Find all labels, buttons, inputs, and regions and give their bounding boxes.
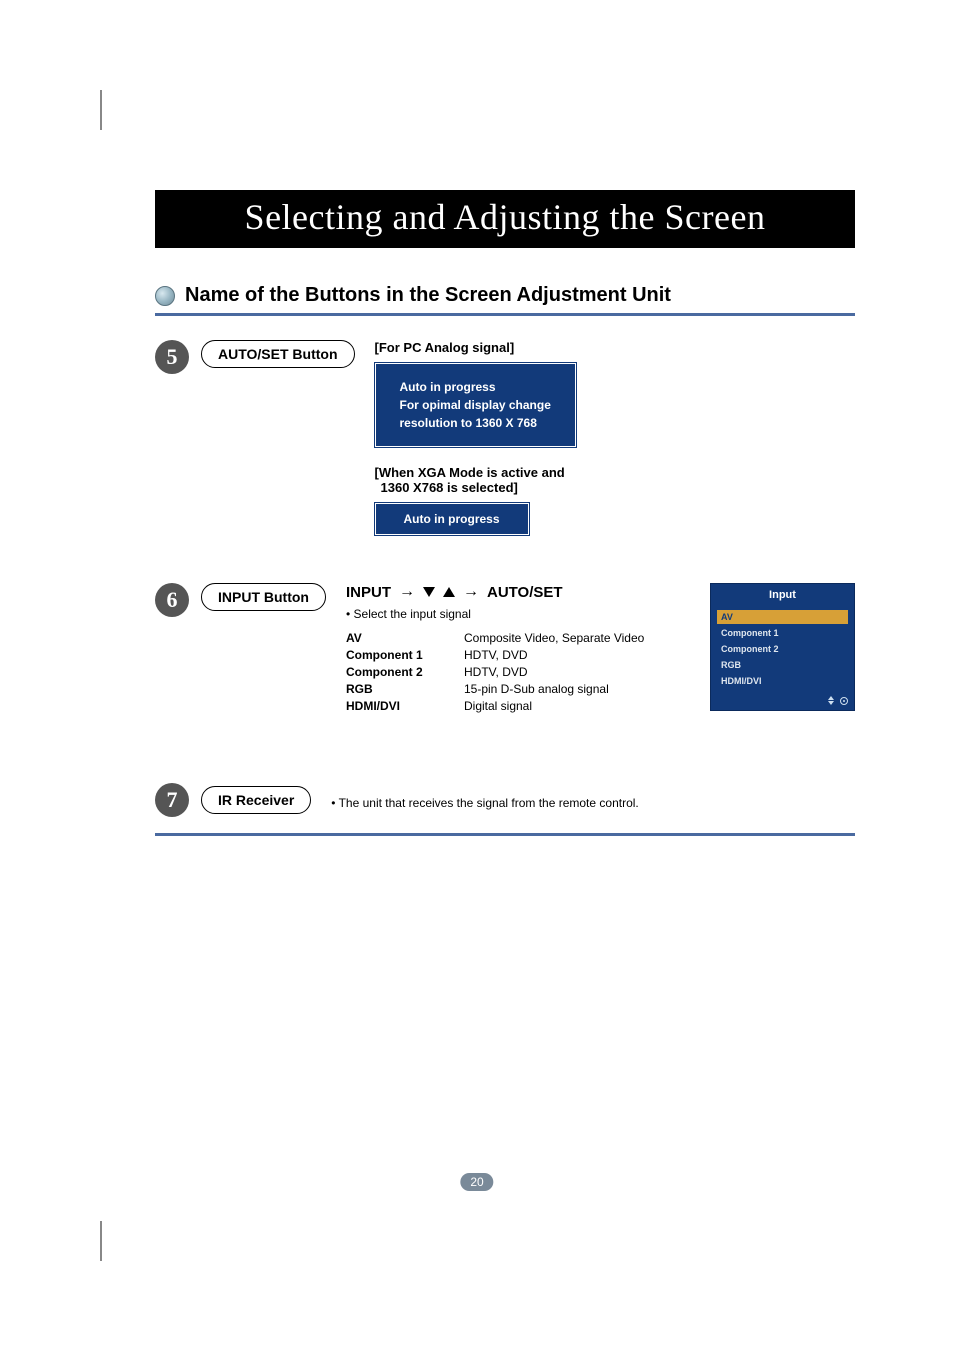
page-number-value: 20 — [460, 1173, 493, 1191]
page-number: 20 — [460, 1173, 493, 1191]
flow-input: INPUT — [346, 584, 391, 601]
sig-key: RGB — [346, 682, 456, 696]
osd-item-component2: Component 2 — [717, 642, 848, 656]
osd-item-rgb: RGB — [717, 658, 848, 672]
section-5-body: [For PC Analog signal] Auto in progress … — [375, 340, 855, 549]
arrow-icon: → — [399, 583, 415, 601]
xga-label-line: 1360 X768 is selected] — [375, 480, 855, 495]
osd-input-menu: Input AV Component 1 Component 2 RGB HDM… — [710, 583, 855, 711]
subheading-row: Name of the Buttons in the Screen Adjust… — [155, 284, 855, 307]
page: Selecting and Adjusting the Screen Name … — [0, 0, 954, 1351]
osd-line: For opimal display change — [400, 396, 551, 414]
osd-line: Auto in progress — [400, 378, 551, 396]
step-badge-5: 5 — [155, 340, 189, 374]
step-badge-7: 7 — [155, 783, 189, 817]
crop-mark — [100, 1221, 102, 1261]
step-badge-6: 6 — [155, 583, 189, 617]
sig-key: Component 2 — [346, 665, 456, 679]
section-5: 5 AUTO/SET Button [For PC Analog signal]… — [155, 340, 855, 549]
crop-mark — [100, 90, 102, 130]
divider — [155, 313, 855, 316]
autoset-button-label: AUTO/SET Button — [201, 340, 355, 368]
osd-item-component1: Component 1 — [717, 626, 848, 640]
flow-autoset: AUTO/SET — [487, 584, 563, 601]
ir-receiver-text: • The unit that receives the signal from… — [331, 796, 638, 810]
section-6-body: INPUT → → AUTO/SET • Select the input si… — [346, 583, 855, 743]
osd-item-hdmidvi: HDMI/DVI — [717, 674, 848, 688]
osd-line: resolution to 1360 X 768 — [400, 414, 551, 432]
content-area: Selecting and Adjusting the Screen Name … — [155, 190, 855, 836]
divider — [155, 833, 855, 836]
subheading-text: Name of the Buttons in the Screen Adjust… — [185, 284, 671, 307]
pc-analog-label: [For PC Analog signal] — [375, 340, 855, 355]
sig-key: AV — [346, 631, 456, 645]
osd-menu-title: Input — [711, 584, 854, 606]
arrow-icon: → — [463, 583, 479, 601]
osd-footer-icons — [711, 692, 854, 710]
updown-icon — [828, 696, 834, 705]
osd-menu-list: AV Component 1 Component 2 RGB HDMI/DVI — [711, 606, 854, 692]
osd-message-1: Auto in progress For opimal display chan… — [375, 363, 576, 461]
input-button-label: INPUT Button — [201, 583, 326, 611]
up-triangle-icon — [443, 587, 455, 597]
page-title: Selecting and Adjusting the Screen — [155, 190, 855, 248]
osd-item-av: AV — [717, 610, 848, 624]
xga-label-line: [When XGA Mode is active and — [375, 465, 855, 480]
bullet-icon — [155, 286, 175, 306]
sig-key: Component 1 — [346, 648, 456, 662]
ir-receiver-label: IR Receiver — [201, 786, 311, 814]
xga-label: [When XGA Mode is active and 1360 X768 i… — [375, 465, 855, 495]
down-triangle-icon — [423, 587, 435, 597]
osd-message-2: Auto in progress — [375, 503, 529, 535]
section-6: 6 INPUT Button INPUT → → AUTO/SET • Sele… — [155, 583, 855, 743]
section-7: 7 IR Receiver • The unit that receives t… — [155, 783, 855, 817]
enter-icon — [840, 697, 848, 705]
sig-key: HDMI/DVI — [346, 699, 456, 713]
